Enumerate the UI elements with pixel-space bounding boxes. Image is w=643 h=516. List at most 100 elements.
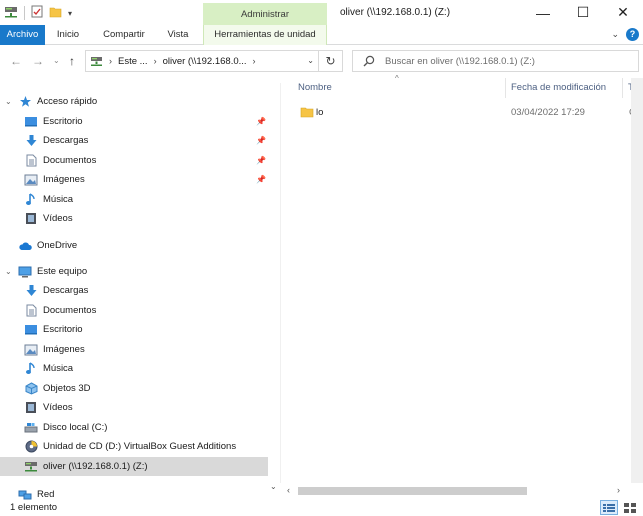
nav-qa-imagenes[interactable]: Imágenes 📌 bbox=[0, 170, 268, 189]
pictures-icon bbox=[24, 173, 38, 187]
new-folder-icon[interactable] bbox=[49, 6, 62, 21]
breadcrumb-este-equipo[interactable]: Este ... bbox=[118, 56, 148, 67]
expand-ribbon-chevron-icon[interactable]: ⌄ bbox=[611, 29, 619, 40]
download-icon bbox=[24, 134, 38, 148]
nav-label: Disco local (C:) bbox=[43, 422, 108, 433]
details-view-icon[interactable] bbox=[600, 500, 618, 515]
search-icon bbox=[363, 55, 375, 67]
nav-este-equipo[interactable]: ⌄ Este equipo bbox=[0, 262, 268, 281]
nav-qa-documentos[interactable]: Documentos 📌 bbox=[0, 151, 268, 170]
nav-label: Objetos 3D bbox=[43, 383, 91, 394]
nav-label: Descargas bbox=[43, 135, 89, 146]
forward-arrow-icon[interactable]: → bbox=[32, 54, 44, 68]
content-horizontal-scrollbar[interactable]: ‹ › bbox=[284, 484, 643, 497]
back-arrow-icon[interactable]: ← bbox=[10, 54, 22, 68]
nav-onedrive[interactable]: OneDrive bbox=[0, 236, 268, 255]
tab-compartir[interactable]: Compartir bbox=[96, 25, 152, 45]
column-divider[interactable] bbox=[622, 78, 623, 98]
video-icon bbox=[24, 401, 38, 415]
nav-pc-disco-local[interactable]: Disco local (C:) bbox=[0, 418, 268, 437]
desktop-icon bbox=[24, 323, 38, 337]
refresh-icon[interactable]: ↻ bbox=[318, 51, 342, 71]
customize-toolbar-chevron-icon[interactable]: ▾ bbox=[68, 9, 72, 18]
navigation-bar: ← → ⌄ ↑ › Este ... › oliver (\\192.168.0… bbox=[0, 46, 643, 76]
nav-acceso-rapido[interactable]: ⌄ Acceso rápido bbox=[0, 92, 268, 111]
nav-pc-escritorio[interactable]: Escritorio bbox=[0, 320, 268, 339]
column-header-fecha[interactable]: Fecha de modificación bbox=[511, 82, 606, 98]
nav-pc-objetos-3d[interactable]: Objetos 3D bbox=[0, 379, 268, 398]
content-vertical-scrollbar[interactable] bbox=[631, 78, 643, 483]
nav-label: Imágenes bbox=[43, 174, 85, 185]
nav-label: Vídeos bbox=[43, 402, 73, 413]
scroll-right-chevron-icon[interactable]: › bbox=[617, 485, 620, 495]
nav-pc-oliver-z[interactable]: oliver (\\192.168.0.1) (Z:) bbox=[0, 457, 268, 476]
network-drive-icon bbox=[90, 56, 103, 67]
status-bar: 1 elemento bbox=[0, 500, 643, 516]
up-arrow-icon[interactable]: ↑ bbox=[69, 54, 75, 68]
nav-qa-escritorio[interactable]: Escritorio 📌 bbox=[0, 112, 268, 131]
recent-locations-chevron-icon[interactable]: ⌄ bbox=[53, 56, 60, 65]
pane-divider[interactable] bbox=[280, 83, 281, 483]
address-history-chevron-icon[interactable]: ⌄ bbox=[307, 56, 314, 65]
scrollbar-thumb[interactable] bbox=[298, 487, 527, 495]
search-input[interactable] bbox=[385, 55, 625, 67]
navigation-pane: ⌄ Acceso rápido Escritorio 📌 Descargas 📌… bbox=[0, 83, 280, 500]
cube-icon bbox=[24, 382, 38, 396]
desktop-icon bbox=[24, 115, 38, 129]
nav-label: Documentos bbox=[43, 155, 97, 166]
ribbon-tabs: Archivo Inicio Compartir Vista Herramien… bbox=[0, 25, 643, 45]
nav-label: OneDrive bbox=[37, 240, 78, 251]
properties-icon[interactable] bbox=[31, 5, 43, 21]
help-icon[interactable]: ? bbox=[626, 28, 639, 41]
column-header-nombre[interactable]: Nombre bbox=[298, 82, 332, 98]
file-row[interactable]: lo 03/04/2022 17:29 Ca bbox=[296, 104, 643, 122]
nav-label: Acceso rápido bbox=[37, 96, 98, 107]
nav-pc-musica[interactable]: Música bbox=[0, 359, 268, 378]
large-icons-view-icon[interactable] bbox=[621, 500, 639, 515]
maximize-button[interactable]: ☐ bbox=[563, 0, 603, 25]
scroll-down-chevron-icon[interactable]: ⌄ bbox=[270, 482, 277, 491]
sort-ascending-icon: ^ bbox=[395, 74, 399, 83]
nav-pc-videos[interactable]: Vídeos bbox=[0, 398, 268, 417]
cd-icon bbox=[24, 440, 38, 454]
tab-archivo[interactable]: Archivo bbox=[0, 25, 45, 45]
document-icon bbox=[24, 304, 38, 318]
pin-icon[interactable]: 📌 bbox=[256, 117, 266, 126]
nav-pc-unidad-cd[interactable]: Unidad de CD (D:) VirtualBox Guest Addit… bbox=[0, 437, 268, 456]
pin-icon[interactable]: 📌 bbox=[256, 175, 266, 184]
breadcrumb-oliver[interactable]: oliver (\\192.168.0... bbox=[163, 56, 247, 67]
nav-label: Música bbox=[43, 194, 74, 205]
navpane-scrollbar[interactable]: ⌄ bbox=[268, 83, 280, 491]
window-title: oliver (\\192.168.0.1) (Z:) bbox=[340, 7, 451, 18]
nav-qa-videos[interactable]: Vídeos bbox=[0, 209, 268, 228]
cloud-icon bbox=[18, 239, 32, 253]
pin-icon[interactable]: 📌 bbox=[256, 156, 266, 165]
video-icon bbox=[24, 212, 38, 226]
star-icon bbox=[18, 95, 32, 109]
drive-app-icon[interactable] bbox=[4, 6, 18, 21]
pictures-icon bbox=[24, 343, 38, 357]
minimize-button[interactable]: — bbox=[523, 0, 563, 25]
nav-label: Descargas bbox=[43, 285, 89, 296]
nav-pc-documentos[interactable]: Documentos bbox=[0, 301, 268, 320]
column-divider[interactable] bbox=[505, 78, 506, 98]
tab-vista[interactable]: Vista bbox=[160, 25, 196, 45]
collapse-chevron-icon[interactable]: ⌄ bbox=[5, 97, 12, 106]
search-box[interactable] bbox=[352, 50, 639, 72]
tab-inicio[interactable]: Inicio bbox=[50, 25, 86, 45]
close-button[interactable]: ✕ bbox=[603, 0, 643, 25]
nav-qa-descargas[interactable]: Descargas 📌 bbox=[0, 131, 268, 150]
nav-label: Red bbox=[37, 489, 55, 500]
nav-pc-descargas[interactable]: Descargas bbox=[0, 281, 268, 300]
nav-label: Escritorio bbox=[43, 324, 83, 335]
file-modified: 03/04/2022 17:29 bbox=[511, 107, 585, 118]
address-bar[interactable]: › Este ... › oliver (\\192.168.0... › ⌄ … bbox=[85, 50, 343, 72]
nav-qa-musica[interactable]: Música bbox=[0, 190, 268, 209]
pin-icon[interactable]: 📌 bbox=[256, 136, 266, 145]
nav-pc-imagenes[interactable]: Imágenes bbox=[0, 340, 268, 359]
nav-label: Unidad de CD (D:) VirtualBox Guest Addit… bbox=[43, 441, 237, 452]
collapse-chevron-icon[interactable]: ⌄ bbox=[5, 267, 12, 276]
scroll-left-chevron-icon[interactable]: ‹ bbox=[287, 485, 290, 495]
tab-herramientas-de-unidad[interactable]: Herramientas de unidad bbox=[203, 25, 327, 45]
nav-label: Imágenes bbox=[43, 344, 85, 355]
